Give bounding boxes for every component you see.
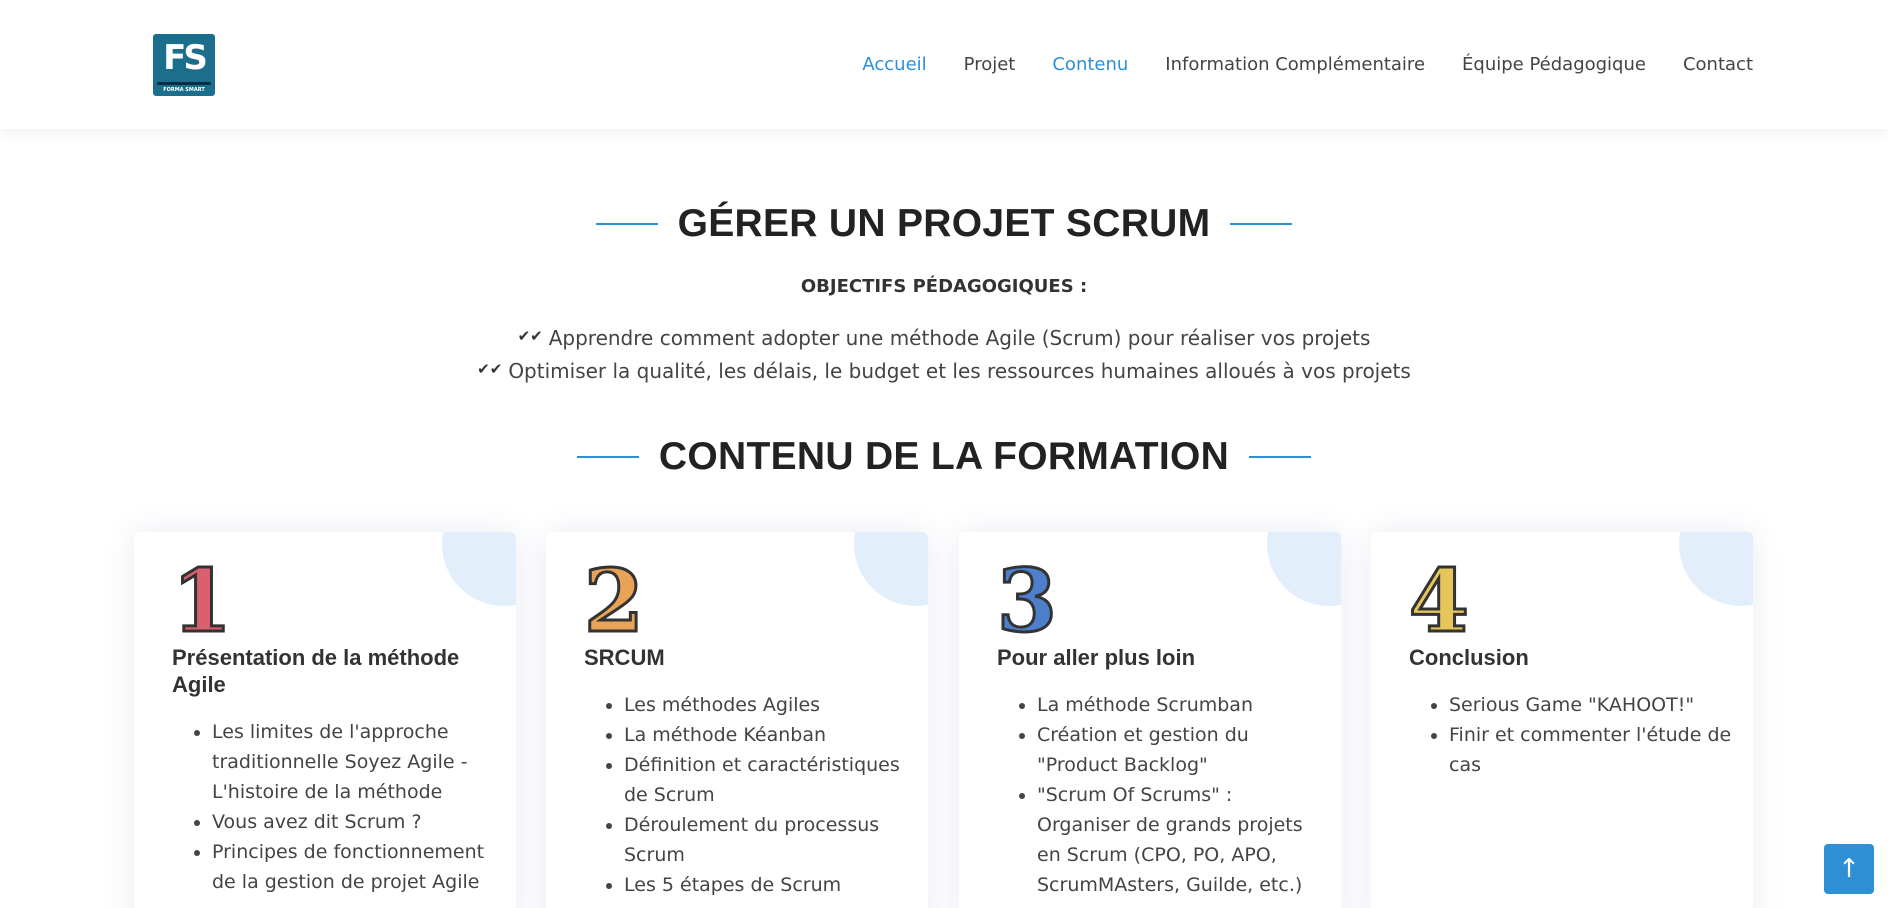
list-item: La méthode Kéanban <box>624 720 914 750</box>
list-item: Finir et commenter l'étude de cas <box>1449 720 1739 780</box>
page-title: GÉRER UN PROJET SCRUM <box>677 202 1211 245</box>
logo-letters: FS <box>163 38 208 78</box>
module-title: Pour aller plus loin <box>997 645 1196 670</box>
nav-item-contenu[interactable]: Contenu <box>1052 52 1128 78</box>
module-title: Présentation de la méthode Agile <box>172 645 460 697</box>
module-card-1: 1 Présentation de la méthode Agile Les l… <box>134 532 516 908</box>
list-item: Serious Game "KAHOOT!" <box>1449 690 1739 720</box>
module-topic-list: Les méthodes Agiles La méthode Kéanban D… <box>624 690 914 900</box>
module-number: 1 <box>171 550 234 653</box>
logo[interactable]: FS FORMA SMART <box>153 34 215 96</box>
objective-item: ✔✔ Apprendre comment adopter une méthode … <box>0 326 1888 350</box>
arrow-up-icon: ↑ <box>1838 854 1860 884</box>
list-item: Création et gestion du "Product Backlog" <box>1037 720 1327 780</box>
title-line-right <box>1249 456 1312 458</box>
list-item: Vous avez dit Scrum ? <box>212 807 502 837</box>
nav-item-equipe-pedagogique[interactable]: Équipe Pédagogique <box>1462 52 1646 78</box>
module-number: 4 <box>1408 550 1471 653</box>
logo-caption: FORMA SMART <box>163 87 205 93</box>
title-line-left <box>576 456 639 458</box>
module-topic-list: Les limites de l'approche traditionnelle… <box>212 717 502 897</box>
list-item: La méthode Scrumban <box>1037 690 1327 720</box>
list-item: Principes de fonctionnement de la gestio… <box>212 837 502 897</box>
nav-item-accueil[interactable]: Accueil <box>862 52 926 78</box>
list-item: Déroulement du processus Scrum <box>624 810 914 870</box>
card-corner-decoration <box>442 532 516 606</box>
card-corner-decoration <box>1679 532 1753 606</box>
objective-text: Optimiser la qualité, les délais, le bud… <box>508 359 1411 383</box>
content-section-title: CONTENU DE LA FORMATION <box>0 435 1888 479</box>
module-card-4: 4 Conclusion Serious Game "KAHOOT!" Fini… <box>1371 532 1753 908</box>
module-title: Conclusion <box>1409 645 1529 670</box>
list-item: Définition et caractéristiques de Scrum <box>624 750 914 810</box>
title-line-left <box>595 223 658 225</box>
section-title: CONTENU DE LA FORMATION <box>658 435 1230 478</box>
title-line-right <box>1230 223 1293 225</box>
nav-item-contact[interactable]: Contact <box>1683 52 1753 78</box>
module-card-3: 3 Pour aller plus loin La méthode Scrumb… <box>959 532 1341 908</box>
list-item: Les limites de l'approche traditionnelle… <box>212 717 502 807</box>
card-corner-decoration <box>1267 532 1341 606</box>
objectives-heading: OBJECTIFS PÉDAGOGIQUES : <box>800 276 1088 297</box>
card-corner-decoration <box>854 532 928 606</box>
nav-item-information-complementaire[interactable]: Information Complémentaire <box>1165 52 1425 78</box>
module-card-2: 2 SRCUM Les méthodes Agiles La méthode K… <box>546 532 928 908</box>
logo-underline <box>157 82 211 85</box>
objective-item: ✔✔ Optimiser la qualité, les délais, le b… <box>0 359 1888 383</box>
objective-text: Apprendre comment adopter une méthode Ag… <box>548 326 1371 350</box>
nav-item-projet[interactable]: Projet <box>964 52 1016 78</box>
module-number: 3 <box>996 550 1059 653</box>
main-nav: Accueil Projet Contenu Information Compl… <box>825 52 1753 78</box>
list-item: "Scrum Of Scrums" : Organiser de grands … <box>1037 780 1327 900</box>
list-item: Les 5 étapes de Scrum <box>624 870 914 900</box>
double-check-icon: ✔✔ <box>517 327 543 345</box>
double-check-icon: ✔✔ <box>477 360 503 378</box>
module-title: SRCUM <box>584 645 665 670</box>
module-number: 2 <box>583 550 646 653</box>
module-topic-list: La méthode Scrumban Création et gestion … <box>1037 690 1327 900</box>
back-to-top-button[interactable]: ↑ <box>1824 844 1874 894</box>
module-topic-list: Serious Game "KAHOOT!" Finir et commente… <box>1449 690 1739 780</box>
intro-section-title: GÉRER UN PROJET SCRUM <box>0 202 1888 246</box>
site-header: FS FORMA SMART Accueil Projet Contenu In… <box>0 0 1888 129</box>
list-item: Les méthodes Agiles <box>624 690 914 720</box>
